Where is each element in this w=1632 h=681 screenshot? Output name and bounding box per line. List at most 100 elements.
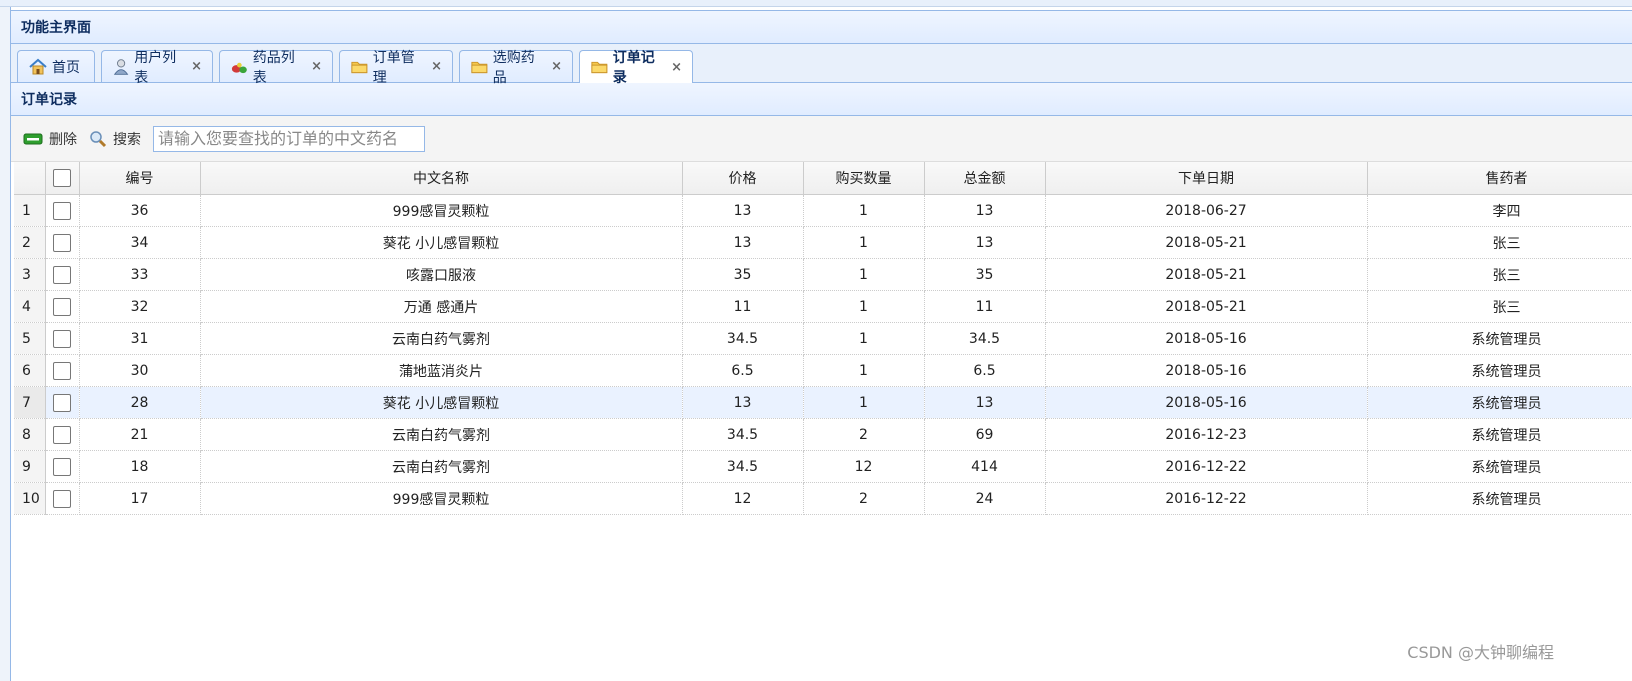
column-header-seller[interactable]: 售药者: [1367, 162, 1632, 195]
toolbar: 删除 搜索: [11, 116, 1632, 162]
delete-label: 删除: [49, 131, 77, 148]
row-checkbox[interactable]: [53, 329, 71, 348]
close-icon[interactable]: ×: [311, 59, 322, 74]
row-number: 2: [14, 226, 46, 259]
row-checkbox[interactable]: [53, 489, 71, 508]
column-header-name[interactable]: 中文名称: [200, 162, 683, 195]
cell-total: 13: [924, 386, 1046, 419]
cell-quantity: 1: [803, 290, 925, 323]
table-row[interactable]: 8 21 云南白药气雾剂 34.5 2 69 2016-12-23 系统管理员: [14, 418, 1632, 451]
table-row[interactable]: 3 33 咳露口服液 35 1 35 2018-05-21 张三: [14, 258, 1632, 291]
table-row[interactable]: 6 30 蒲地蓝消炎片 6.5 1 6.5 2018-05-16 系统管理员: [14, 354, 1632, 387]
row-checkbox[interactable]: [53, 457, 71, 476]
cell-id: 31: [79, 322, 201, 355]
cell-date: 2018-05-21: [1045, 258, 1368, 291]
cell-id: 30: [79, 354, 201, 387]
cell-seller: 李四: [1367, 194, 1632, 227]
cell-price: 35: [682, 258, 804, 291]
cell-id: 36: [79, 194, 201, 227]
cell-seller: 系统管理员: [1367, 482, 1632, 515]
row-checkbox[interactable]: [53, 361, 71, 380]
cell-id: 32: [79, 290, 201, 323]
content-title: 订单记录: [11, 83, 1632, 116]
table-row[interactable]: 5 31 云南白药气雾剂 34.5 1 34.5 2018-05-16 系统管理…: [14, 322, 1632, 355]
search-input[interactable]: [153, 125, 425, 152]
cell-seller: 系统管理员: [1367, 418, 1632, 451]
cell-name: 云南白药气雾剂: [200, 450, 683, 483]
close-icon[interactable]: ×: [551, 59, 562, 74]
cell-name: 万通 感通片: [200, 290, 683, 323]
row-number: 3: [14, 258, 46, 291]
row-select-cell: [45, 450, 80, 483]
cell-total: 35: [924, 258, 1046, 291]
select-all-checkbox[interactable]: [53, 169, 71, 187]
tab-label: 首页: [52, 59, 80, 76]
cell-price: 6.5: [682, 354, 804, 387]
cell-quantity: 2: [803, 482, 925, 515]
cell-date: 2018-05-16: [1045, 386, 1368, 419]
tab-home[interactable]: 首页: [17, 50, 95, 82]
cell-seller: 张三: [1367, 258, 1632, 291]
cell-quantity: 1: [803, 258, 925, 291]
cell-quantity: 1: [803, 354, 925, 387]
folder-icon: [591, 61, 608, 74]
cell-name: 999感冒灵颗粒: [200, 194, 683, 227]
row-checkbox[interactable]: [53, 233, 71, 252]
panel-title: 功能主界面: [11, 11, 1632, 44]
delete-button[interactable]: 删除: [23, 129, 77, 149]
row-checkbox[interactable]: [53, 297, 71, 316]
row-checkbox[interactable]: [53, 201, 71, 220]
tab-user-list[interactable]: 用户列表 ×: [101, 50, 213, 86]
table-row[interactable]: 9 18 云南白药气雾剂 34.5 12 414 2016-12-22 系统管理…: [14, 450, 1632, 483]
cell-seller: 张三: [1367, 290, 1632, 323]
table-row[interactable]: 2 34 葵花 小儿感冒颗粒 13 1 13 2018-05-21 张三: [14, 226, 1632, 259]
row-checkbox[interactable]: [53, 393, 71, 412]
row-number: 4: [14, 290, 46, 323]
cell-total: 34.5: [924, 322, 1046, 355]
column-header-total[interactable]: 总金额: [924, 162, 1046, 195]
tab-purchase-drugs[interactable]: 选购药品 ×: [459, 50, 573, 86]
column-header-price[interactable]: 价格: [682, 162, 804, 195]
table-row[interactable]: 4 32 万通 感通片 11 1 11 2018-05-21 张三: [14, 290, 1632, 323]
tab-order-records[interactable]: 订单记录 ×: [579, 50, 693, 86]
table-row-highlighted[interactable]: 7 28 葵花 小儿感冒颗粒 13 1 13 2018-05-16 系统管理员: [14, 386, 1632, 419]
close-icon[interactable]: ×: [191, 59, 202, 74]
column-header-id[interactable]: 编号: [79, 162, 201, 195]
cell-quantity: 1: [803, 194, 925, 227]
cell-total: 69: [924, 418, 1046, 451]
table-row[interactable]: 10 17 999感冒灵颗粒 12 2 24 2016-12-22 系统管理员: [14, 482, 1632, 515]
cell-name: 999感冒灵颗粒: [200, 482, 683, 515]
cell-id: 17: [79, 482, 201, 515]
row-select-cell: [45, 354, 80, 387]
search-label: 搜索: [113, 131, 141, 148]
tab-drug-list[interactable]: 药品列表 ×: [219, 50, 333, 86]
row-checkbox[interactable]: [53, 425, 71, 444]
row-checkbox[interactable]: [53, 265, 71, 284]
row-number: 1: [14, 194, 46, 227]
folder-icon: [351, 61, 368, 73]
cell-quantity: 2: [803, 418, 925, 451]
row-number: 7: [14, 386, 46, 419]
cell-total: 6.5: [924, 354, 1046, 387]
top-frame-strip: [0, 0, 1632, 7]
close-icon[interactable]: ×: [671, 60, 682, 75]
cell-seller: 系统管理员: [1367, 354, 1632, 387]
cell-name: 葵花 小儿感冒颗粒: [200, 226, 683, 259]
column-header-date[interactable]: 下单日期: [1045, 162, 1368, 195]
row-select-cell: [45, 482, 80, 515]
cell-price: 34.5: [682, 322, 804, 355]
row-select-cell: [45, 418, 80, 451]
cell-date: 2016-12-22: [1045, 450, 1368, 483]
main-panel: 功能主界面 首页 用户列表 × 药品列表 × 订单管理 × 选购药品 × 订单记…: [10, 10, 1632, 681]
cell-price: 13: [682, 386, 804, 419]
table-row[interactable]: 1 36 999感冒灵颗粒 13 1 13 2018-06-27 李四: [14, 194, 1632, 227]
tab-order-management[interactable]: 订单管理 ×: [339, 50, 453, 86]
close-icon[interactable]: ×: [431, 59, 442, 74]
search-button[interactable]: 搜索: [89, 129, 141, 149]
folder-icon: [471, 61, 488, 73]
tab-label: 订单管理: [372, 49, 415, 86]
column-header-quantity[interactable]: 购买数量: [803, 162, 925, 195]
cell-seller: 张三: [1367, 226, 1632, 259]
cell-price: 34.5: [682, 418, 804, 451]
pills-icon: [231, 62, 247, 73]
